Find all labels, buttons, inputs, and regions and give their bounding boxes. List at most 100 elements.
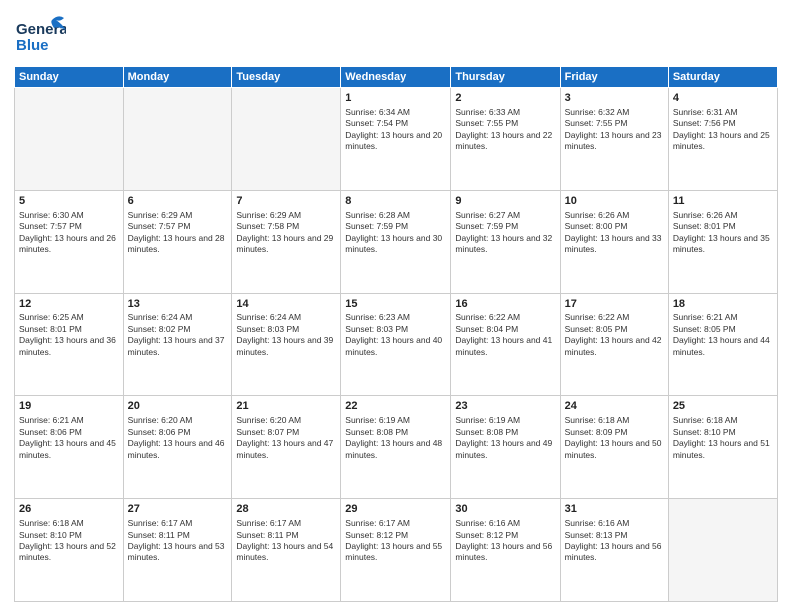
calendar-cell: 10Sunrise: 6:26 AM Sunset: 8:00 PM Dayli…: [560, 190, 668, 293]
day-number: 4: [673, 91, 773, 106]
calendar-cell: 22Sunrise: 6:19 AM Sunset: 8:08 PM Dayli…: [341, 396, 451, 499]
day-number: 31: [565, 502, 664, 517]
day-number: 5: [19, 194, 119, 209]
logo: General Blue: [14, 12, 70, 60]
day-info: Sunrise: 6:29 AM Sunset: 7:58 PM Dayligh…: [236, 210, 336, 256]
day-number: 27: [128, 502, 228, 517]
calendar-cell: 25Sunrise: 6:18 AM Sunset: 8:10 PM Dayli…: [668, 396, 777, 499]
day-number: 3: [565, 91, 664, 106]
calendar-cell: 28Sunrise: 6:17 AM Sunset: 8:11 PM Dayli…: [232, 499, 341, 602]
day-info: Sunrise: 6:19 AM Sunset: 8:08 PM Dayligh…: [455, 415, 555, 461]
calendar-cell: 26Sunrise: 6:18 AM Sunset: 8:10 PM Dayli…: [15, 499, 124, 602]
calendar-week-3: 12Sunrise: 6:25 AM Sunset: 8:01 PM Dayli…: [15, 293, 778, 396]
day-info: Sunrise: 6:26 AM Sunset: 8:01 PM Dayligh…: [673, 210, 773, 256]
day-info: Sunrise: 6:22 AM Sunset: 8:05 PM Dayligh…: [565, 312, 664, 358]
day-number: 2: [455, 91, 555, 106]
day-number: 6: [128, 194, 228, 209]
day-info: Sunrise: 6:24 AM Sunset: 8:03 PM Dayligh…: [236, 312, 336, 358]
calendar-cell: 7Sunrise: 6:29 AM Sunset: 7:58 PM Daylig…: [232, 190, 341, 293]
day-number: 19: [19, 399, 119, 414]
day-info: Sunrise: 6:27 AM Sunset: 7:59 PM Dayligh…: [455, 210, 555, 256]
day-info: Sunrise: 6:34 AM Sunset: 7:54 PM Dayligh…: [345, 107, 446, 153]
calendar-cell: 8Sunrise: 6:28 AM Sunset: 7:59 PM Daylig…: [341, 190, 451, 293]
day-number: 13: [128, 297, 228, 312]
day-number: 25: [673, 399, 773, 414]
calendar-cell: 29Sunrise: 6:17 AM Sunset: 8:12 PM Dayli…: [341, 499, 451, 602]
calendar-cell: 9Sunrise: 6:27 AM Sunset: 7:59 PM Daylig…: [451, 190, 560, 293]
day-info: Sunrise: 6:19 AM Sunset: 8:08 PM Dayligh…: [345, 415, 446, 461]
day-info: Sunrise: 6:17 AM Sunset: 8:12 PM Dayligh…: [345, 518, 446, 564]
day-info: Sunrise: 6:26 AM Sunset: 8:00 PM Dayligh…: [565, 210, 664, 256]
day-info: Sunrise: 6:17 AM Sunset: 8:11 PM Dayligh…: [236, 518, 336, 564]
day-number: 29: [345, 502, 446, 517]
day-number: 11: [673, 194, 773, 209]
day-number: 23: [455, 399, 555, 414]
calendar-cell: 23Sunrise: 6:19 AM Sunset: 8:08 PM Dayli…: [451, 396, 560, 499]
calendar-cell: 12Sunrise: 6:25 AM Sunset: 8:01 PM Dayli…: [15, 293, 124, 396]
day-number: 12: [19, 297, 119, 312]
day-info: Sunrise: 6:16 AM Sunset: 8:12 PM Dayligh…: [455, 518, 555, 564]
day-number: 17: [565, 297, 664, 312]
calendar-cell: 19Sunrise: 6:21 AM Sunset: 8:06 PM Dayli…: [15, 396, 124, 499]
calendar-cell: 1Sunrise: 6:34 AM Sunset: 7:54 PM Daylig…: [341, 88, 451, 191]
calendar-cell: 6Sunrise: 6:29 AM Sunset: 7:57 PM Daylig…: [123, 190, 232, 293]
day-info: Sunrise: 6:18 AM Sunset: 8:09 PM Dayligh…: [565, 415, 664, 461]
calendar-cell: 17Sunrise: 6:22 AM Sunset: 8:05 PM Dayli…: [560, 293, 668, 396]
day-number: 26: [19, 502, 119, 517]
day-number: 28: [236, 502, 336, 517]
calendar-week-2: 5Sunrise: 6:30 AM Sunset: 7:57 PM Daylig…: [15, 190, 778, 293]
calendar-cell: [15, 88, 124, 191]
header: General Blue: [14, 12, 778, 60]
svg-text:Blue: Blue: [16, 37, 49, 54]
day-number: 24: [565, 399, 664, 414]
day-number: 22: [345, 399, 446, 414]
day-info: Sunrise: 6:28 AM Sunset: 7:59 PM Dayligh…: [345, 210, 446, 256]
day-info: Sunrise: 6:20 AM Sunset: 8:06 PM Dayligh…: [128, 415, 228, 461]
day-number: 10: [565, 194, 664, 209]
day-number: 9: [455, 194, 555, 209]
day-info: Sunrise: 6:25 AM Sunset: 8:01 PM Dayligh…: [19, 312, 119, 358]
calendar-cell: 31Sunrise: 6:16 AM Sunset: 8:13 PM Dayli…: [560, 499, 668, 602]
day-info: Sunrise: 6:33 AM Sunset: 7:55 PM Dayligh…: [455, 107, 555, 153]
calendar-cell: [232, 88, 341, 191]
weekday-header-thursday: Thursday: [451, 67, 560, 88]
calendar-cell: 13Sunrise: 6:24 AM Sunset: 8:02 PM Dayli…: [123, 293, 232, 396]
day-info: Sunrise: 6:23 AM Sunset: 8:03 PM Dayligh…: [345, 312, 446, 358]
day-info: Sunrise: 6:32 AM Sunset: 7:55 PM Dayligh…: [565, 107, 664, 153]
day-info: Sunrise: 6:21 AM Sunset: 8:06 PM Dayligh…: [19, 415, 119, 461]
calendar-week-4: 19Sunrise: 6:21 AM Sunset: 8:06 PM Dayli…: [15, 396, 778, 499]
day-info: Sunrise: 6:20 AM Sunset: 8:07 PM Dayligh…: [236, 415, 336, 461]
day-info: Sunrise: 6:21 AM Sunset: 8:05 PM Dayligh…: [673, 312, 773, 358]
calendar-cell: [123, 88, 232, 191]
day-info: Sunrise: 6:30 AM Sunset: 7:57 PM Dayligh…: [19, 210, 119, 256]
day-info: Sunrise: 6:18 AM Sunset: 8:10 PM Dayligh…: [19, 518, 119, 564]
calendar-cell: 30Sunrise: 6:16 AM Sunset: 8:12 PM Dayli…: [451, 499, 560, 602]
weekday-header-tuesday: Tuesday: [232, 67, 341, 88]
day-number: 18: [673, 297, 773, 312]
weekday-header-saturday: Saturday: [668, 67, 777, 88]
calendar-table: SundayMondayTuesdayWednesdayThursdayFrid…: [14, 66, 778, 602]
day-info: Sunrise: 6:17 AM Sunset: 8:11 PM Dayligh…: [128, 518, 228, 564]
weekday-header-friday: Friday: [560, 67, 668, 88]
logo-icon: General Blue: [14, 12, 66, 60]
day-info: Sunrise: 6:31 AM Sunset: 7:56 PM Dayligh…: [673, 107, 773, 153]
calendar-cell: 24Sunrise: 6:18 AM Sunset: 8:09 PM Dayli…: [560, 396, 668, 499]
day-info: Sunrise: 6:29 AM Sunset: 7:57 PM Dayligh…: [128, 210, 228, 256]
day-number: 21: [236, 399, 336, 414]
calendar-cell: 4Sunrise: 6:31 AM Sunset: 7:56 PM Daylig…: [668, 88, 777, 191]
calendar-cell: 21Sunrise: 6:20 AM Sunset: 8:07 PM Dayli…: [232, 396, 341, 499]
day-number: 14: [236, 297, 336, 312]
day-info: Sunrise: 6:22 AM Sunset: 8:04 PM Dayligh…: [455, 312, 555, 358]
day-number: 1: [345, 91, 446, 106]
day-info: Sunrise: 6:24 AM Sunset: 8:02 PM Dayligh…: [128, 312, 228, 358]
calendar-cell: 14Sunrise: 6:24 AM Sunset: 8:03 PM Dayli…: [232, 293, 341, 396]
calendar-cell: 20Sunrise: 6:20 AM Sunset: 8:06 PM Dayli…: [123, 396, 232, 499]
calendar-cell: 5Sunrise: 6:30 AM Sunset: 7:57 PM Daylig…: [15, 190, 124, 293]
calendar-cell: 2Sunrise: 6:33 AM Sunset: 7:55 PM Daylig…: [451, 88, 560, 191]
day-number: 8: [345, 194, 446, 209]
calendar-cell: 3Sunrise: 6:32 AM Sunset: 7:55 PM Daylig…: [560, 88, 668, 191]
day-number: 7: [236, 194, 336, 209]
day-number: 20: [128, 399, 228, 414]
day-info: Sunrise: 6:18 AM Sunset: 8:10 PM Dayligh…: [673, 415, 773, 461]
calendar-cell: 27Sunrise: 6:17 AM Sunset: 8:11 PM Dayli…: [123, 499, 232, 602]
